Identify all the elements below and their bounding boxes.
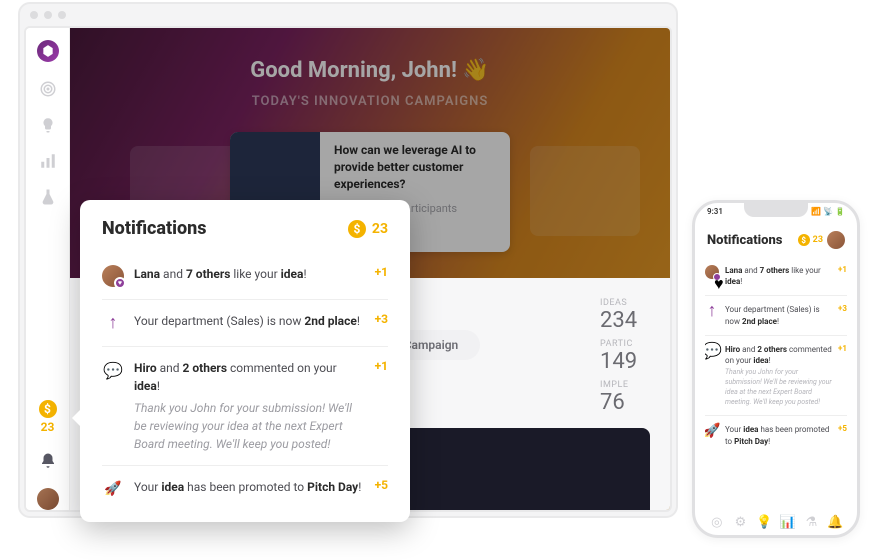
notification-points: +1 <box>375 359 388 373</box>
notification-item[interactable]: ↑ Your department (Sales) is now 2nd plac… <box>705 296 847 335</box>
user-avatar[interactable] <box>37 488 59 510</box>
tab-gear-icon[interactable]: ⚙ <box>733 515 747 529</box>
tab-target-icon[interactable]: ◎ <box>710 515 724 529</box>
phone-points-value: 23 <box>813 235 823 245</box>
flask-icon[interactable] <box>39 188 57 206</box>
notification-text: Hiro and 2 others commented on your idea… <box>725 344 832 408</box>
tab-bulb-icon[interactable]: 💡 <box>757 515 771 529</box>
tab-chart-icon[interactable]: 📊 <box>781 515 795 529</box>
stat-label: PARTIC <box>600 339 670 349</box>
notification-item[interactable]: 🚀 Your idea has been promoted to Pitch Da… <box>102 466 388 512</box>
stat-value: 234 <box>600 308 670 333</box>
points-value: 23 <box>41 420 55 434</box>
avatar-like-icon: ♥ <box>102 265 124 287</box>
notification-text: Your department (Sales) is now 2nd place… <box>725 304 832 326</box>
stat-value: 149 <box>600 349 670 374</box>
notification-item[interactable]: 🚀 Your idea has been promoted to Pitch Da… <box>705 416 847 454</box>
points-badge[interactable]: $ 23 <box>39 400 57 434</box>
notification-points: +5 <box>375 478 388 492</box>
notification-item[interactable]: ↑ Your department (Sales) is now 2nd plac… <box>102 300 388 347</box>
phone-avatar[interactable] <box>827 231 845 249</box>
phone-notch <box>744 203 808 217</box>
avatar-like-icon: ♥ <box>705 265 719 279</box>
target-icon[interactable] <box>39 80 57 98</box>
phone-time: 9:31 <box>707 207 723 216</box>
chat-icon: 💬 <box>705 344 719 358</box>
notification-points: +3 <box>375 312 388 326</box>
phone-title: Notifications <box>707 233 782 248</box>
rocket-icon: 🚀 <box>102 478 124 500</box>
notification-points: +3 <box>838 304 847 313</box>
bell-icon[interactable] <box>39 452 57 470</box>
popup-points: $ 23 <box>348 220 388 238</box>
tab-bell-icon[interactable]: 🔔 <box>828 515 842 529</box>
notification-points: +5 <box>838 424 847 433</box>
notification-item[interactable]: ♥ Lana and 7 others like your idea! +1 <box>705 257 847 296</box>
notification-text: Your idea has been promoted to Pitch Day… <box>134 478 365 496</box>
app-logo[interactable] <box>37 40 59 62</box>
tab-flask-icon[interactable]: ⚗ <box>804 515 818 529</box>
notification-points: +1 <box>838 265 847 274</box>
notifications-popup: Notifications $ 23 ♥ Lana and 7 others li… <box>80 200 410 522</box>
sidebar: $ 23 <box>26 28 70 510</box>
stat-label: IDEAS <box>600 298 670 308</box>
stat-value: 76 <box>600 390 670 415</box>
coin-icon: $ <box>798 234 810 246</box>
barchart-icon[interactable] <box>39 152 57 170</box>
notification-text: Your department (Sales) is now 2nd place… <box>134 312 365 330</box>
popup-points-value: 23 <box>372 221 388 237</box>
arrow-up-icon: ↑ <box>705 304 719 318</box>
notification-text: Lana and 7 others like your idea! <box>725 265 832 287</box>
phone-status-icons: 📶 📡 🔋 <box>811 207 845 216</box>
notification-text: Hiro and 2 others commented on your idea… <box>134 359 365 453</box>
notification-text: Lana and 7 others like your idea! <box>134 265 365 283</box>
notification-item[interactable]: 💬 Hiro and 2 others commented on your ide… <box>705 336 847 417</box>
notification-text: Your idea has been promoted to Pitch Day… <box>725 424 832 446</box>
notification-item[interactable]: 💬 Hiro and 2 others commented on your ide… <box>102 347 388 466</box>
window-controls <box>20 4 676 26</box>
chat-icon: 💬 <box>102 359 124 381</box>
phone-points: $ 23 <box>798 234 823 246</box>
stats-panel: IDEAS 234 PARTIC 149 IMPLE 76 <box>600 298 670 421</box>
notification-points: +1 <box>838 344 847 353</box>
notification-points: +1 <box>375 265 388 279</box>
phone-tab-bar: ◎ ⚙ 💡 📊 ⚗ 🔔 <box>695 515 857 529</box>
coin-icon: $ <box>39 400 57 418</box>
phone-mockup: 9:31 📶 📡 🔋 Notifications $ 23 ♥ Lana and … <box>692 200 860 538</box>
notification-item[interactable]: ♥ Lana and 7 others like your idea! +1 <box>102 253 388 300</box>
arrow-up-icon: ↑ <box>102 312 124 334</box>
lightbulb-icon[interactable] <box>39 116 57 134</box>
rocket-icon: 🚀 <box>705 424 719 438</box>
popup-title: Notifications <box>102 218 207 239</box>
coin-icon: $ <box>348 220 366 238</box>
stat-label: IMPLE <box>600 380 670 390</box>
